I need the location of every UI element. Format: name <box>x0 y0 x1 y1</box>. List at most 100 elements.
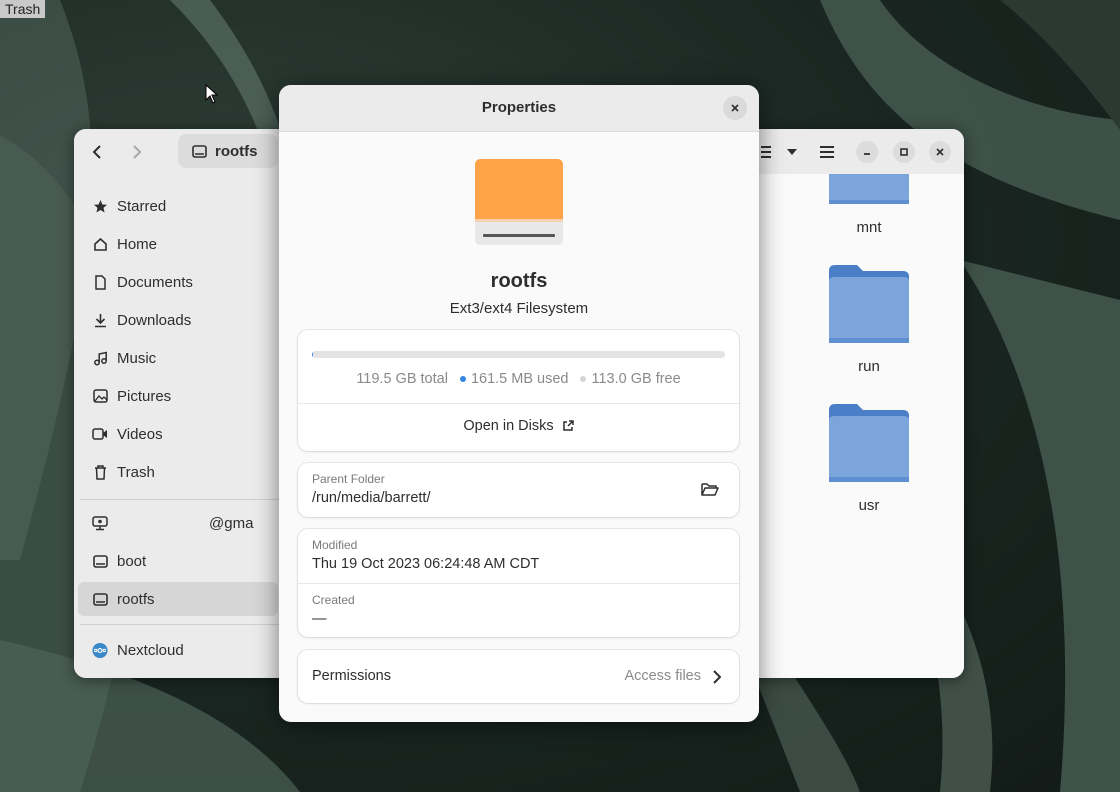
trash-icon <box>94 464 106 480</box>
picture-icon <box>92 389 108 403</box>
folder-label-run[interactable]: run <box>829 358 909 375</box>
hamburger-menu-icon <box>820 146 834 158</box>
main-menu-button[interactable] <box>812 137 842 167</box>
sidebar-item-home[interactable]: Home <box>78 227 298 261</box>
sidebar-item-label: Pictures <box>117 387 172 405</box>
drive-icon <box>92 592 108 606</box>
permissions-row[interactable]: Permissions Access files <box>298 650 739 703</box>
usage-free: 113.0 GB free <box>591 371 681 387</box>
close-window-button[interactable] <box>929 141 951 163</box>
sidebar-item-nextcloud[interactable]: Nextcloud <box>78 633 298 667</box>
drive-icon <box>192 144 207 158</box>
home-icon <box>93 237 107 251</box>
files-sidebar: Starred Home Documents Downloads Music P… <box>74 174 284 678</box>
video-icon <box>92 428 107 440</box>
sidebar-item-music[interactable]: Music <box>78 341 298 375</box>
modified-label: Modified <box>312 538 358 552</box>
nextcloud-icon <box>92 642 108 658</box>
properties-dialog: Properties rootfs Ext3/ext4 Filesystem 1… <box>279 85 759 722</box>
sidebar-item-pictures[interactable]: Pictures <box>78 379 298 413</box>
chevron-right-icon <box>713 670 721 684</box>
usage-bar <box>312 351 725 358</box>
star-icon <box>93 199 107 212</box>
sidebar-item-trash[interactable]: Trash <box>78 455 298 489</box>
sidebar-item-videos[interactable]: Videos <box>78 417 298 451</box>
forward-button[interactable] <box>122 137 152 167</box>
mouse-cursor-icon <box>205 84 219 104</box>
folder-icon[interactable] <box>829 174 909 206</box>
minimize-icon <box>864 153 870 155</box>
sidebar-item-label: rootfs <box>117 590 155 608</box>
dialog-close-button[interactable] <box>723 96 747 120</box>
close-icon <box>936 148 944 156</box>
modified-value: Thu 19 Oct 2023 06:24:48 AM CDT <box>312 556 540 572</box>
folder-open-icon <box>701 483 719 496</box>
sidebar-item-label: Nextcloud <box>117 641 184 659</box>
sidebar-separator <box>80 499 284 500</box>
sidebar-item-label: Music <box>117 349 157 367</box>
sidebar-item-label: @gma <box>209 514 254 532</box>
sidebar-item-label: Starred <box>117 197 167 215</box>
dates-card: Modified Thu 19 Oct 2023 06:24:48 AM CDT… <box>298 529 739 637</box>
open-parent-folder-button[interactable] <box>701 482 719 502</box>
music-icon <box>93 351 107 365</box>
usage-bar-fill <box>312 351 313 358</box>
path-bar-current[interactable]: rootfs <box>178 134 278 168</box>
volume-name: rootfs <box>490 270 548 292</box>
document-icon <box>94 274 106 290</box>
sidebar-item-label: Home <box>117 235 158 253</box>
dialog-headerbar: Properties <box>279 85 759 132</box>
view-options-button[interactable] <box>777 137 807 167</box>
usage-card: 119.5 GB total 161.5 MB used 113.0 GB fr… <box>298 330 739 451</box>
sidebar-item-label: Trash <box>117 463 155 481</box>
parent-folder-label: Parent Folder <box>312 472 385 486</box>
usage-free-wrap: 113.0 GB free <box>580 371 681 387</box>
back-button[interactable] <box>82 137 112 167</box>
open-in-disks-label: Open in Disks <box>463 418 554 434</box>
chevron-left-icon <box>92 145 101 159</box>
folder-label-mnt[interactable]: mnt <box>829 219 909 236</box>
used-dot-icon <box>459 376 466 383</box>
usage-summary: 119.5 GB total 161.5 MB used 113.0 GB fr… <box>298 371 739 387</box>
external-link-icon <box>562 420 574 431</box>
folder-icon[interactable] <box>829 402 909 484</box>
permissions-value: Access files <box>624 668 701 684</box>
open-in-disks-button[interactable]: Open in Disks <box>298 418 739 434</box>
network-icon <box>92 515 108 530</box>
chevron-down-icon <box>787 149 797 155</box>
sidebar-separator <box>80 624 284 625</box>
usage-used: 161.5 MB used <box>470 371 569 387</box>
maximize-icon <box>900 148 908 156</box>
dialog-title: Properties <box>481 99 557 116</box>
folder-label-usr[interactable]: usr <box>829 497 909 514</box>
drive-large-icon <box>475 159 563 245</box>
sidebar-item-label: Videos <box>117 425 163 443</box>
volume-type: Ext3/ext4 Filesystem <box>449 300 589 317</box>
sidebar-item-label: Documents <box>117 273 193 291</box>
created-label: Created <box>312 593 355 607</box>
minimize-button[interactable] <box>856 141 878 163</box>
permissions-label: Permissions <box>312 668 391 684</box>
card-separator <box>298 583 739 584</box>
sidebar-item-downloads[interactable]: Downloads <box>78 303 298 337</box>
usage-total: 119.5 GB total <box>356 371 448 387</box>
folder-icon[interactable] <box>829 263 909 345</box>
sidebar-item-documents[interactable]: Documents <box>78 265 298 299</box>
usage-used-wrap: 161.5 MB used <box>459 371 569 387</box>
sidebar-item-starred[interactable]: Starred <box>78 189 298 223</box>
close-icon <box>731 104 739 112</box>
download-icon <box>94 313 106 327</box>
sidebar-item-boot[interactable]: boot <box>78 544 298 578</box>
created-value: — <box>312 611 327 627</box>
drive-icon <box>92 554 108 568</box>
parent-folder-card: Parent Folder /run/media/barrett/ <box>298 463 739 517</box>
sidebar-item-network[interactable]: @gma <box>78 506 298 540</box>
sidebar-item-label: Downloads <box>117 311 192 329</box>
sidebar-item-rootfs[interactable]: rootfs <box>78 582 278 616</box>
path-label: rootfs <box>215 142 258 160</box>
parent-folder-value: /run/media/barrett/ <box>312 490 431 506</box>
chevron-right-icon <box>133 145 142 159</box>
free-dot-icon <box>580 376 587 383</box>
maximize-button[interactable] <box>893 141 915 163</box>
desktop-trash-label[interactable]: Trash <box>0 0 46 18</box>
